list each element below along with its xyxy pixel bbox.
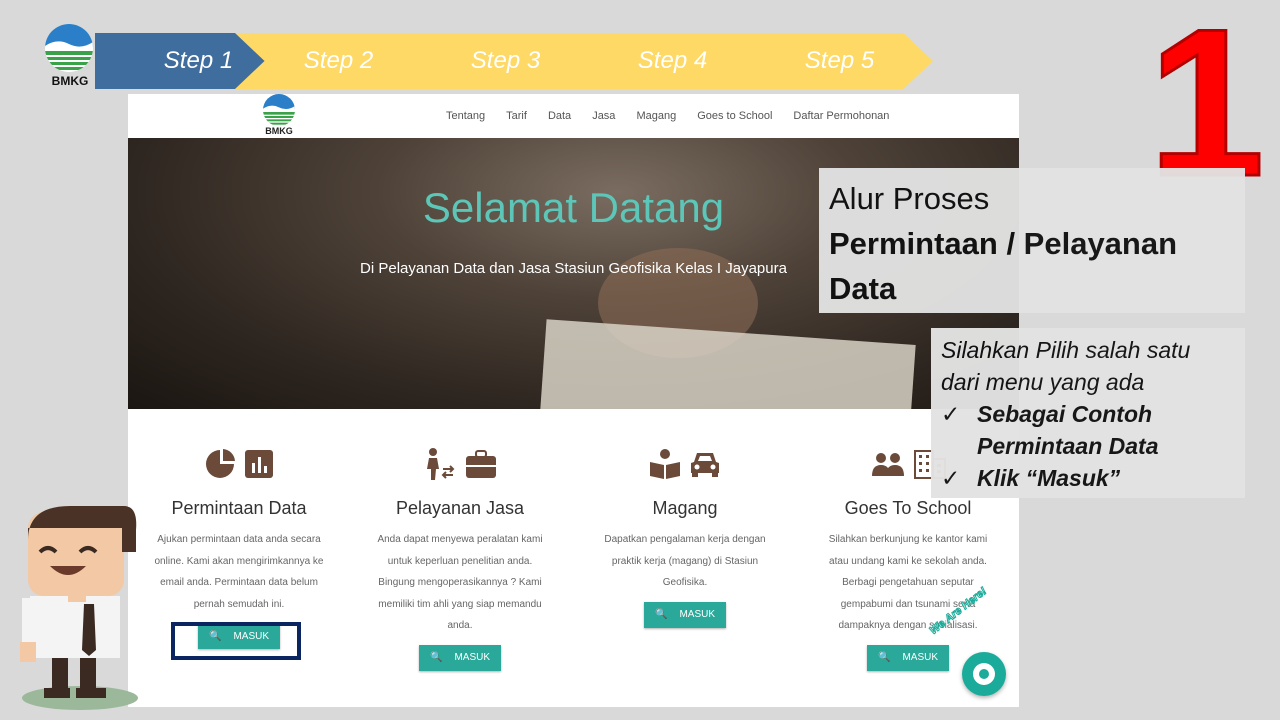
menu-item-goes-to-school[interactable]: Goes to School	[697, 110, 772, 122]
hero-photo-paper	[540, 319, 916, 409]
bmkg-logo-text: BMKG	[51, 74, 89, 88]
site-logo[interactable]: BMKG	[261, 94, 297, 138]
bmkg-emblem-icon	[45, 24, 93, 72]
bar-chart-icon	[245, 450, 273, 478]
instruction-panel: Silahkan Pilih salah satu dari menu yang…	[931, 328, 1245, 498]
search-icon: 🔍	[877, 652, 891, 663]
masuk-button-pelayanan-jasa[interactable]: 🔍 MASUK	[419, 644, 501, 671]
briefcase-icon	[466, 450, 496, 478]
search-icon: 🔍	[654, 609, 668, 620]
menu-item-magang[interactable]: Magang	[636, 110, 676, 122]
cartoon-businessman-illustration	[20, 506, 138, 710]
bmkg-logo: BMKG	[42, 24, 98, 88]
card-description: Ajukan permintaan data anda secara onlin…	[154, 534, 324, 610]
process-title-line1: Alur Proses	[829, 181, 990, 216]
checkmark-icon: ✓	[941, 401, 961, 427]
menu-item-tentang[interactable]: Tentang	[446, 110, 485, 122]
card-magang: Magang Dapatkan pengalaman kerja dengan …	[595, 444, 775, 628]
masuk-button-goes-to-school[interactable]: 🔍 MASUK	[867, 644, 949, 671]
card-description: Anda dapat menyewa peralatan kami untuk …	[377, 534, 543, 631]
process-title-line3: Data	[829, 271, 897, 306]
card-title: Goes To School	[844, 498, 972, 518]
instruction-item-2-text: Klik “Masuk”	[977, 465, 1121, 491]
step-progress: Step 1 Step 2 Step 3 Step 4 Step 5	[95, 33, 955, 89]
users-icon	[872, 453, 904, 476]
site-menu: Tentang Tarif Data Jasa Magang Goes to S…	[446, 110, 889, 122]
instruction-item-2: ✓ Klik “Masuk”	[941, 462, 1235, 494]
bmkg-emblem-icon	[263, 94, 295, 126]
card-description: Silahkan berkunjung ke kantor kami atau …	[828, 534, 988, 631]
card-pelayanan-jasa: Pelayanan Jasa Anda dapat menyewa perala…	[370, 444, 550, 671]
car-icon	[691, 453, 719, 477]
instruction-item-1-text: Sebagai Contoh Permintaan Data	[977, 401, 1159, 459]
menu-item-daftar-permohonan[interactable]: Daftar Permohonan	[793, 110, 889, 122]
instruction-item-1: ✓ Sebagai Contoh Permintaan Data	[941, 398, 1235, 462]
checkmark-icon: ✓	[941, 465, 961, 491]
site-logo-text: BMKG	[265, 126, 293, 136]
card-permintaan-data: Permintaan Data Ajukan permintaan data a…	[149, 444, 329, 649]
pie-chart-icon	[206, 449, 235, 478]
highlight-box	[171, 622, 301, 660]
site-navbar: BMKG Tentang Tarif Data Jasa Magang Goes…	[128, 94, 1019, 138]
menu-item-data[interactable]: Data	[548, 110, 571, 122]
book-reader-icon	[650, 449, 680, 479]
instruction-line1: Silahkan Pilih salah satu	[941, 337, 1191, 363]
card-title: Magang	[652, 498, 718, 518]
card-title: Permintaan Data	[171, 498, 307, 518]
person-exchange-icon	[427, 448, 455, 480]
card-title: Pelayanan Jasa	[395, 498, 525, 518]
instruction-line2: dari menu yang ada	[941, 369, 1145, 395]
menu-item-tarif[interactable]: Tarif	[506, 110, 527, 122]
card-description: Dapatkan pengalaman kerja dengan praktik…	[604, 534, 766, 588]
chat-bubble-button[interactable]	[962, 652, 1006, 696]
menu-item-jasa[interactable]: Jasa	[592, 110, 615, 122]
process-title-line2: Permintaan / Pelayanan	[829, 226, 1178, 261]
search-icon: 🔍	[429, 652, 443, 663]
process-title-panel: Alur Proses Permintaan / Pelayanan Data	[819, 168, 1245, 313]
masuk-button-magang[interactable]: 🔍 MASUK	[644, 601, 726, 628]
